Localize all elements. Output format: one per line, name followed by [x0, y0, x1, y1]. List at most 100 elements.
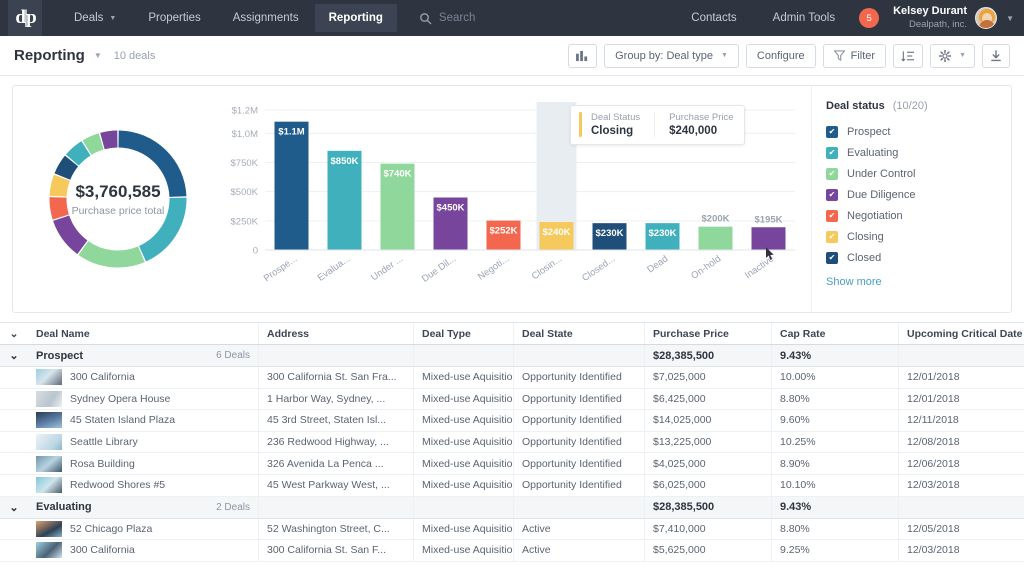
deal-name-cell: 300 California	[28, 367, 259, 388]
legend-checkbox[interactable]: ✔	[826, 231, 838, 243]
donut-chart[interactable]: $3,760,585 Purchase price total	[43, 124, 193, 274]
critical-date-cell: 12/03/2018	[899, 540, 1024, 561]
table-row[interactable]: Rosa Building326 Avenida La Penca ...Mix…	[0, 453, 1024, 475]
table-row[interactable]: 45 Staten Island Plaza45 3rd Street, Sta…	[0, 410, 1024, 432]
legend-checkbox[interactable]: ✔	[826, 210, 838, 222]
column-header-address[interactable]: Address	[259, 323, 414, 344]
critical-date-cell: 12/03/2018	[899, 475, 1024, 496]
dealpath-logo-icon: d|p	[15, 7, 34, 29]
legend-checkbox[interactable]: ✔	[826, 252, 838, 264]
deal-name-text: 300 California	[70, 544, 135, 556]
app-logo[interactable]: d|p	[8, 0, 42, 36]
check-icon: ✔	[829, 254, 836, 262]
show-more-link[interactable]: Show more	[826, 276, 1011, 288]
deal-state-cell: Opportunity Identified	[514, 367, 645, 388]
table-group-row[interactable]: ⌄Evaluating2 Deals$28,385,5009.43%	[0, 497, 1024, 519]
legend-item-negotiation[interactable]: ✔Negotiation	[826, 205, 1011, 226]
table-row[interactable]: Seattle Library236 Redwood Highway, ...M…	[0, 432, 1024, 454]
table-group-row[interactable]: ⌄Prospect6 Deals$28,385,5009.43%	[0, 345, 1024, 367]
group-by-button[interactable]: Group by: Deal type ▼	[604, 44, 739, 68]
legend-checkbox[interactable]: ✔	[826, 147, 838, 159]
chevron-down-icon: ▼	[959, 52, 966, 59]
nav-item-admin-tools[interactable]: Admin Tools	[755, 6, 853, 30]
legend-item-due-diligence[interactable]: ✔ Due Diligence	[826, 184, 1011, 205]
table-row[interactable]: Redwood Shores #545 West Parkway West, .…	[0, 475, 1024, 497]
deal-name-text: Seattle Library	[70, 436, 138, 448]
deal-name-text: Evaluating	[36, 501, 92, 513]
legend-item-label: Evaluating	[847, 147, 898, 159]
user-menu[interactable]: Kelsey Durant Dealpath, inc. ▼	[893, 5, 1014, 31]
check-icon: ✔	[829, 191, 836, 199]
legend-item-prospect[interactable]: ✔Prospect	[826, 121, 1011, 142]
property-thumbnail	[36, 391, 62, 407]
filter-button[interactable]: Filter	[823, 44, 886, 68]
column-header-upcoming-critical-date[interactable]: Upcoming Critical Date	[899, 323, 1024, 344]
group-collapse-chevron-icon[interactable]: ⌄	[0, 497, 28, 518]
table-row[interactable]: 300 California300 California St. San F..…	[0, 540, 1024, 562]
nav-item-deals[interactable]: Deals▼	[58, 6, 132, 30]
bar[interactable]	[699, 227, 733, 250]
nav-item-assignments[interactable]: Assignments	[217, 6, 315, 30]
group-collapse-chevron-icon[interactable]: ⌄	[0, 345, 28, 366]
primary-nav-items: Deals▼PropertiesAssignmentsReporting	[58, 4, 397, 32]
chart-view-toggle-button[interactable]	[568, 44, 597, 68]
legend-checkbox[interactable]: ✔	[826, 189, 838, 201]
deal-state-cell: Opportunity Identified	[514, 453, 645, 474]
row-spacer	[0, 410, 28, 431]
deal-type-cell: Mixed-use Aquisition	[414, 453, 514, 474]
critical-date-cell	[899, 497, 1024, 518]
deal-type-cell	[414, 497, 514, 518]
purchase-price-cell: $28,385,500	[645, 345, 772, 366]
table-row[interactable]: 300 California300 California St. San Fra…	[0, 367, 1024, 389]
legend-checkbox[interactable]: ✔	[826, 168, 838, 180]
legend-item-evaluating[interactable]: ✔ Evaluating	[826, 142, 1011, 163]
row-spacer	[0, 367, 28, 388]
legend-item-closing[interactable]: ✔Closing	[826, 226, 1011, 247]
nav-item-contacts[interactable]: Contacts	[673, 6, 754, 30]
x-axis-tick-label: Closin...	[530, 253, 564, 282]
x-axis-tick-label: Closed...	[580, 253, 617, 284]
property-thumbnail	[36, 456, 62, 472]
legend-item-label: Due Diligence	[847, 189, 915, 201]
nav-item-properties[interactable]: Properties	[132, 6, 216, 30]
configure-button[interactable]: Configure	[746, 44, 816, 68]
cap-rate-cell: 9.60%	[772, 410, 899, 431]
group-deal-count: 6 Deals	[216, 350, 250, 361]
check-icon: ✔	[829, 170, 836, 178]
nav-item-reporting[interactable]: Reporting	[315, 4, 397, 32]
check-icon: ✔	[829, 212, 836, 220]
table-row[interactable]: 52 Chicago Plaza52 Washington Street, C.…	[0, 519, 1024, 541]
legend-items: ✔Prospect✔Evaluating✔Under Control✔Due D…	[826, 121, 1011, 268]
sort-button[interactable]	[893, 44, 923, 68]
global-search[interactable]: Search	[419, 12, 475, 25]
x-axis-tick-label: On-hold	[689, 253, 723, 281]
column-header-purchase-price[interactable]: Purchase Price	[645, 323, 772, 344]
bar-value-label: $1.1M	[278, 127, 304, 138]
cap-rate-cell: 8.80%	[772, 389, 899, 410]
x-axis-tick-label: Under ...	[369, 253, 405, 283]
donut-center-label: $3,760,585 Purchase price total	[43, 124, 193, 274]
chevron-down-icon[interactable]: ▼	[94, 51, 102, 60]
legend-item-closed[interactable]: ✔Closed	[826, 247, 1011, 268]
chevron-down-icon: ▼	[721, 52, 728, 59]
nav-right-group: Contacts Admin Tools 5 Kelsey Durant Dea…	[673, 5, 1024, 31]
address-cell	[259, 497, 414, 518]
notification-badge[interactable]: 5	[859, 8, 879, 28]
user-organization: Dealpath, inc.	[893, 19, 967, 31]
legend-checkbox[interactable]: ✔	[826, 126, 838, 138]
download-button[interactable]	[982, 44, 1010, 68]
column-header-deal-state[interactable]: Deal State	[514, 323, 645, 344]
deals-table: ⌄ Deal Name Address Deal Type Deal State…	[0, 322, 1024, 562]
expand-all-chevron-icon[interactable]: ⌄	[0, 323, 28, 344]
column-header-deal-type[interactable]: Deal Type	[414, 323, 514, 344]
cap-rate-cell: 8.80%	[772, 519, 899, 540]
legend-item-under-control[interactable]: ✔Under Control	[826, 163, 1011, 184]
bar[interactable]	[275, 122, 309, 250]
critical-date-cell: 12/11/2018	[899, 410, 1024, 431]
column-header-deal-name[interactable]: Deal Name	[28, 323, 259, 344]
table-row[interactable]: Sydney Opera House1 Harbor Way, Sydney, …	[0, 389, 1024, 411]
column-header-cap-rate[interactable]: Cap Rate	[772, 323, 899, 344]
filter-label: Filter	[851, 50, 875, 62]
settings-button[interactable]: ▼	[930, 44, 975, 68]
deal-count-label: 10 deals	[114, 50, 156, 62]
